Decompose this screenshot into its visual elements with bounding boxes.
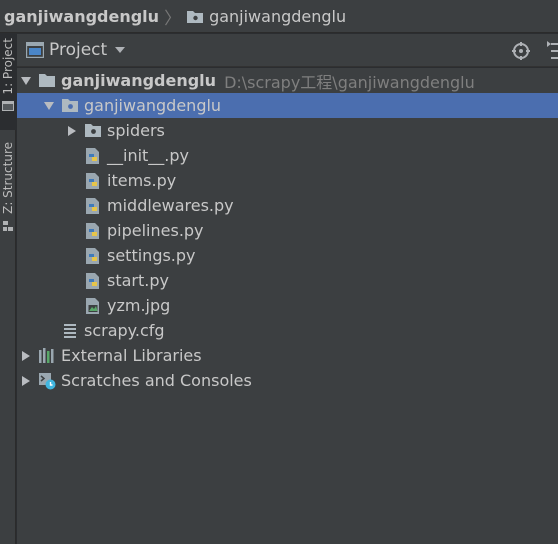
python-file-icon	[84, 197, 102, 215]
project-view-selector[interactable]: Project	[17, 40, 126, 60]
tree-file[interactable]: yzm.jpg	[17, 293, 558, 318]
folder-icon	[38, 72, 56, 90]
tree-file[interactable]: settings.py	[17, 243, 558, 268]
tree-node-external-libraries[interactable]: External Libraries	[17, 343, 558, 368]
config-label: scrapy.cfg	[84, 321, 165, 340]
python-file-icon	[84, 172, 102, 190]
python-file-icon	[84, 222, 102, 240]
expand-arrow-icon[interactable]	[20, 75, 32, 87]
tree-file[interactable]: start.py	[17, 268, 558, 293]
library-icon	[38, 347, 56, 365]
package-folder-icon	[84, 122, 102, 140]
breadcrumb: ganjiwangdenglu 〉 ganjiwangdenglu	[0, 0, 558, 33]
tab-project[interactable]: 1: Project	[0, 34, 16, 130]
project-window-icon	[26, 42, 44, 58]
scratches-icon	[38, 372, 56, 390]
breadcrumb-child[interactable]: ganjiwangdenglu	[186, 7, 346, 26]
breadcrumb-child-label: ganjiwangdenglu	[209, 6, 347, 26]
chevron-down-icon	[115, 47, 126, 53]
project-panel-header: Project	[17, 34, 558, 67]
collapse-arrow-icon[interactable]	[20, 350, 32, 362]
root-path: D:\scrapy工程\ganjiwangdenglu	[224, 72, 475, 92]
structure-tab-icon	[2, 220, 14, 232]
project-tab-icon	[2, 100, 14, 111]
image-file-icon	[84, 297, 102, 315]
external-libraries-label: External Libraries	[61, 346, 202, 365]
breadcrumb-root[interactable]: ganjiwangdenglu	[4, 7, 159, 26]
package-folder-icon	[61, 97, 79, 115]
tree-node-package[interactable]: ganjiwangdenglu	[17, 93, 558, 118]
tab-project-label: 1: Project	[1, 38, 15, 95]
project-tree: ganjiwangdenglu D:\scrapy工程\ganjiwangden…	[17, 68, 558, 544]
python-file-icon	[84, 147, 102, 165]
tree-file[interactable]: items.py	[17, 168, 558, 193]
breadcrumb-separator: 〉	[164, 8, 182, 29]
python-file-icon	[84, 247, 102, 265]
package-label: ganjiwangdenglu	[84, 96, 222, 115]
scratches-label: Scratches and Consoles	[61, 371, 252, 390]
locate-file-icon[interactable]	[511, 41, 531, 61]
tree-node-spiders[interactable]: spiders	[17, 118, 558, 143]
tab-structure-label: Z: Structure	[1, 142, 15, 214]
folder-icon	[186, 9, 204, 24]
tree-file[interactable]: __init__.py	[17, 143, 558, 168]
tree-file-config[interactable]: scrapy.cfg	[17, 318, 558, 343]
config-file-icon	[61, 322, 79, 340]
collapse-arrow-icon[interactable]	[20, 375, 32, 387]
tree-file[interactable]: middlewares.py	[17, 193, 558, 218]
tree-file[interactable]: pipelines.py	[17, 218, 558, 243]
python-file-icon	[84, 272, 102, 290]
tree-node-scratches[interactable]: Scratches and Consoles	[17, 368, 558, 393]
tool-window-strip: 1: Project Z: Structure	[0, 34, 16, 544]
expand-arrow-icon[interactable]	[43, 100, 55, 112]
settings-icon[interactable]	[547, 41, 558, 61]
panel-title: Project	[49, 40, 108, 60]
spiders-label: spiders	[107, 121, 165, 140]
collapse-arrow-icon[interactable]	[66, 125, 78, 137]
root-label: ganjiwangdenglu	[61, 71, 217, 90]
tab-structure[interactable]: Z: Structure	[0, 142, 16, 252]
tree-node-root[interactable]: ganjiwangdenglu D:\scrapy工程\ganjiwangden…	[17, 68, 558, 93]
